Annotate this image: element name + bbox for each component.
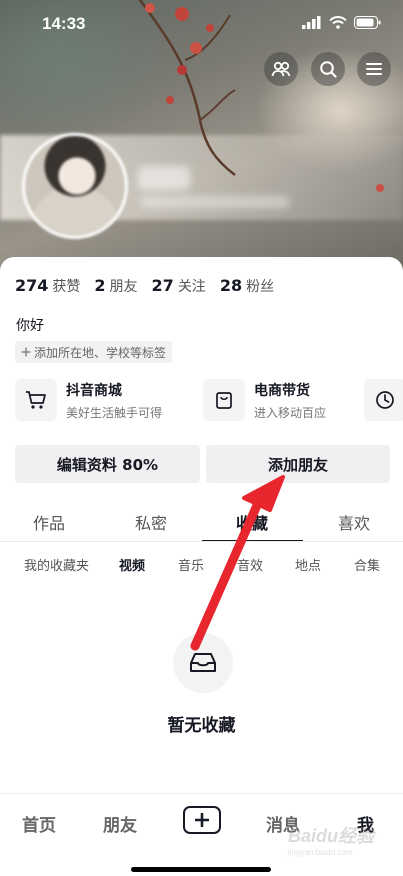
shop-entry-mall-title: 抖音商城 (66, 382, 122, 399)
home-indicator[interactable] (131, 867, 271, 872)
status-bar: 14:33 (0, 0, 403, 48)
shop-entry-history-icon-box (364, 379, 403, 421)
subtab-collections[interactable]: 合集 (354, 555, 380, 574)
tab-likes[interactable]: 喜欢 (338, 510, 370, 534)
content-tabs: 作品 私密 收藏 喜欢 (0, 502, 403, 542)
status-icons (302, 16, 381, 29)
shop-entry-mall-text: 抖音商城 美好生活触手可得 (66, 380, 162, 421)
shop-entry-ecommerce[interactable]: 电商带货 进入移动百应 (203, 379, 326, 421)
shop-entry-ecommerce-subtitle: 进入移动百应 (254, 405, 327, 420)
friends-icon (271, 61, 291, 77)
subtab-sound-effects[interactable]: 音效 (237, 555, 263, 574)
stat-following[interactable]: 27 关注 (152, 276, 206, 296)
signal-icon (302, 16, 321, 29)
search-icon (320, 61, 337, 78)
tabs-divider (0, 541, 403, 542)
shop-entry-mall[interactable]: 抖音商城 美好生活触手可得 (15, 379, 162, 421)
nav-friends[interactable]: 朋友 (103, 811, 137, 836)
add-tag-chip[interactable]: 添加所在地、学校等标签 (15, 341, 173, 363)
wifi-icon (329, 16, 347, 29)
stat-followers[interactable]: 28 粉丝 (220, 276, 274, 296)
shop-entry-history[interactable] (364, 379, 403, 421)
empty-state-icon-box (173, 633, 233, 693)
edit-profile-button[interactable]: 编辑资料 80% (15, 445, 200, 483)
stat-friends[interactable]: 2 朋友 (94, 276, 137, 296)
nav-home[interactable]: 首页 (22, 811, 56, 836)
username-blurred (138, 166, 190, 190)
subtab-videos[interactable]: 视频 (119, 555, 145, 574)
subtab-folders[interactable]: 我的收藏夹 (24, 555, 89, 574)
stat-followers-value: 28 (219, 276, 243, 295)
watermark: Baidu经验 jingyan.baidu.com (288, 822, 388, 862)
user-id-blurred (140, 196, 290, 208)
empty-state-text: 暂无收藏 (167, 716, 236, 736)
add-tag-label: 添加所在地、学校等标签 (34, 345, 167, 360)
shop-entries: 抖音商城 美好生活触手可得 电商带货 进入移动百应 (15, 379, 403, 429)
shop-entry-ecommerce-text: 电商带货 进入移动百应 (254, 380, 326, 421)
watermark-sub: jingyan.baidu.com (288, 848, 353, 857)
stat-friends-value: 2 (94, 276, 106, 295)
add-friend-button[interactable]: 添加朋友 (206, 445, 390, 483)
plus-icon (195, 813, 209, 827)
stat-followers-label: 粉丝 (246, 279, 275, 295)
stat-likes-label: 获赞 (52, 279, 81, 295)
subtab-music[interactable]: 音乐 (178, 555, 204, 574)
cart-icon (26, 391, 46, 409)
friends-button[interactable] (264, 52, 298, 86)
inbox-icon (190, 653, 216, 672)
bag-icon (216, 392, 232, 409)
stat-friends-label: 朋友 (109, 279, 138, 295)
battery-icon (354, 16, 381, 29)
menu-icon (366, 63, 382, 75)
menu-button[interactable] (357, 52, 391, 86)
stat-following-label: 关注 (177, 279, 206, 295)
shop-entry-ecommerce-icon-box (203, 379, 245, 421)
stat-likes-value: 274 (15, 276, 49, 295)
create-button[interactable] (183, 806, 221, 834)
profile-card: 274 获赞 2 朋友 27 关注 28 粉丝 你好 添加所在地、学校等标签 抖… (0, 257, 403, 876)
search-button[interactable] (311, 52, 345, 86)
profile-bio[interactable]: 你好 (16, 315, 44, 335)
profile-stats: 274 获赞 2 朋友 27 关注 28 粉丝 (15, 276, 274, 296)
plus-icon (21, 347, 31, 357)
shop-entry-ecommerce-title: 电商带货 (254, 382, 310, 399)
shop-entry-mall-subtitle: 美好生活触手可得 (66, 405, 163, 420)
tab-works[interactable]: 作品 (33, 510, 65, 534)
subtab-places[interactable]: 地点 (295, 555, 321, 574)
stat-following-value: 27 (151, 276, 174, 295)
tab-favorites[interactable]: 收藏 (236, 510, 268, 534)
favorites-subtabs: 我的收藏夹 视频 音乐 音效 地点 合集 (0, 555, 403, 575)
stat-likes[interactable]: 274 获赞 (15, 276, 80, 296)
watermark-main: Baidu经验 (288, 826, 375, 846)
tab-private[interactable]: 私密 (135, 510, 167, 534)
profile-actions: 编辑资料 80% 添加朋友 (15, 445, 390, 483)
shop-entry-mall-icon-box (15, 379, 57, 421)
clock-icon (376, 391, 394, 409)
profile-cover[interactable]: 14:33 (0, 0, 403, 270)
avatar[interactable] (22, 133, 128, 239)
status-time: 14:33 (42, 14, 86, 33)
